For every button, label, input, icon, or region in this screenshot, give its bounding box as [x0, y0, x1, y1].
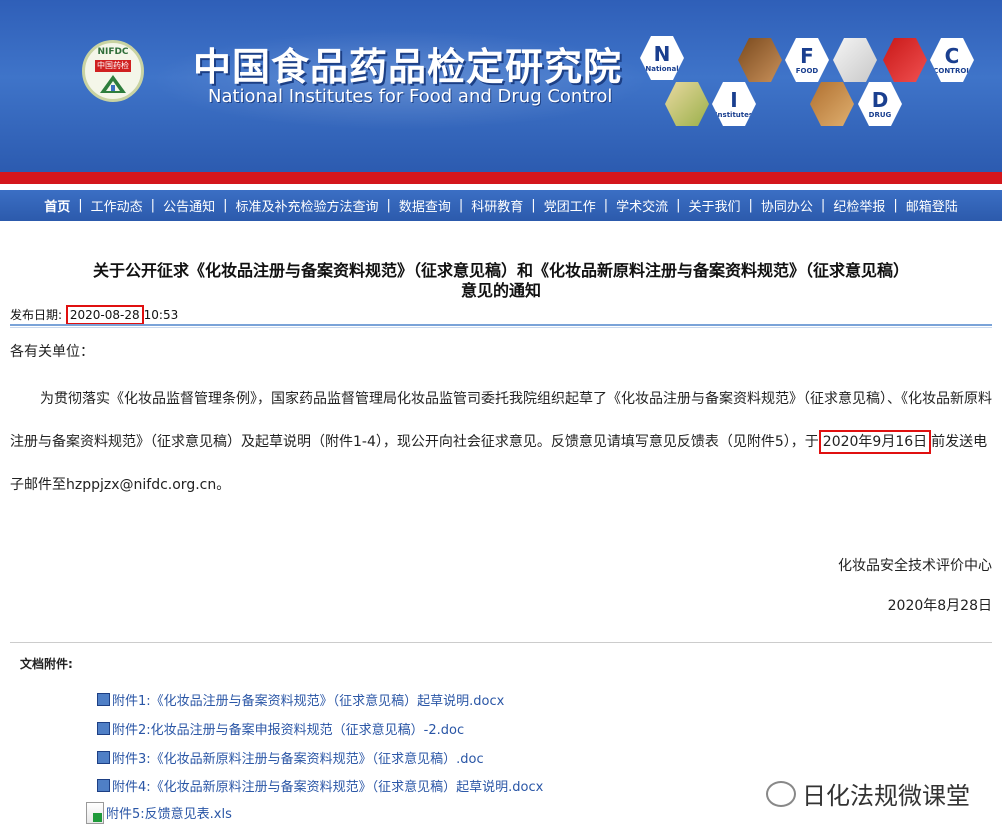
hex-letter-c: C: [944, 44, 960, 68]
hex-letter-i: I: [730, 88, 738, 112]
nav-research-education[interactable]: 科研教育: [463, 196, 531, 215]
nav-mail-login[interactable]: 邮箱登陆: [898, 196, 966, 215]
attachment-label: 附件4:《化妆品新原料注册与备案资料规范》（征求意见稿）起草说明.docx: [112, 780, 544, 795]
banner-red-stripe: [0, 172, 1002, 184]
logo-text: NIFDC: [97, 47, 129, 57]
hex-word-control: CONTROL: [933, 67, 971, 75]
title-divider-light: [10, 327, 992, 328]
hex-letter-f: F: [800, 44, 814, 68]
article-title: 关于公开征求《化妆品注册与备案资料规范》（征求意见稿）和《化妆品新原料注册与备案…: [0, 261, 1002, 301]
attachment-link-3[interactable]: 附件3:《化妆品新原料注册与备案资料规范》（征求意见稿）.doc: [97, 748, 484, 767]
attachments-heading: 文档附件:: [20, 657, 73, 671]
nav-data-query[interactable]: 数据查询: [391, 196, 459, 215]
doc-icon: [97, 693, 110, 706]
nifdc-logo[interactable]: NIFDC 中国药检: [82, 40, 144, 102]
attachments-divider: [10, 642, 992, 643]
xls-file-icon: [86, 802, 104, 824]
attachment-label: 附件2:化妆品注册与备案申报资料规范（征求意见稿）-2.doc: [112, 723, 465, 738]
article-title-line1: 关于公开征求《化妆品注册与备案资料规范》（征求意见稿）和《化妆品新原料注册与备案…: [92, 261, 909, 280]
attachment-label: 附件1:《化妆品注册与备案资料规范》（征求意见稿）起草说明.docx: [112, 694, 505, 709]
attachment-link-4[interactable]: 附件4:《化妆品新原料注册与备案资料规范》（征求意见稿）起草说明.docx: [97, 776, 543, 795]
site-banner: NIFDC 中国药检 中国食品药品检定研究院 National Institut…: [0, 0, 1002, 172]
nav-home[interactable]: 首页: [36, 196, 78, 215]
hex-photo-1: [738, 38, 782, 82]
hex-control: C CONTROL: [930, 38, 974, 82]
attachment-link-2[interactable]: 附件2:化妆品注册与备案申报资料规范（征求意见稿）-2.doc: [97, 719, 464, 738]
signature-date: 2020年8月28日: [887, 598, 992, 614]
nav-standards-query[interactable]: 标准及补充检验方法查询: [227, 196, 386, 215]
hex-letter-n: N: [653, 42, 671, 66]
nav-office[interactable]: 协同办公: [753, 196, 821, 215]
signature: 化妆品安全技术评价中心: [838, 558, 992, 574]
attachment-link-5[interactable]: 附件5:反馈意见表.xls: [86, 802, 232, 824]
nav-announcements[interactable]: 公告通知: [155, 196, 223, 215]
doc-icon: [97, 722, 110, 735]
hex-word-institutes: Institutes: [714, 111, 754, 119]
publish-time: 10:53: [143, 308, 179, 322]
hex-word-food: FOOD: [795, 67, 819, 75]
title-divider: [10, 324, 992, 326]
hex-photo-4: [665, 82, 709, 126]
doc-icon: [97, 779, 110, 792]
wechat-icon: [766, 781, 796, 807]
attachment-label: 附件5:反馈意见表.xls: [106, 807, 232, 822]
main-nav: 首页 | 工作动态 | 公告通知 | 标准及补充检验方法查询 | 数据查询 | 科研教育 |…: [0, 190, 1002, 221]
wechat-watermark: 日化法规微课堂: [766, 776, 970, 811]
publish-date-row: 发布日期: 2020-08-28 10:53: [10, 305, 179, 325]
logo-emblem-icon: [100, 75, 126, 93]
hex-photo-2: [833, 38, 877, 82]
greeting: 各有关单位：: [10, 344, 94, 360]
nav-academic-exchange[interactable]: 学术交流: [608, 196, 676, 215]
hex-word-drug: DRUG: [868, 111, 892, 119]
logo-badge: 中国药检: [95, 60, 131, 72]
body-paragraph: 为贯彻落实《化妆品监督管理条例》，国家药品监督管理局化妆品监管司委托我院组织起草…: [10, 378, 995, 507]
hex-letter-d: D: [871, 88, 889, 112]
hex-photo-5: [810, 82, 854, 126]
site-title-cn: 中国食品药品检定研究院: [193, 45, 623, 89]
deadline-date: 2020年9月16日: [818, 430, 932, 454]
attachment-link-1[interactable]: 附件1:《化妆品注册与备案资料规范》（征求意见稿）起草说明.docx: [97, 690, 504, 709]
nav-party-work[interactable]: 党团工作: [536, 196, 604, 215]
hex-institutes: I Institutes: [712, 82, 756, 126]
nav-about-us[interactable]: 关于我们: [681, 196, 749, 215]
nav-work-news[interactable]: 工作动态: [83, 196, 151, 215]
watermark-text: 日化法规微课堂: [802, 782, 970, 810]
hex-food: F FOOD: [785, 38, 829, 82]
publish-date: 2020-08-28: [65, 305, 144, 325]
article-title-line2: 意见的通知: [460, 281, 541, 300]
doc-icon: [97, 751, 110, 764]
attachment-label: 附件3:《化妆品新原料注册与备案资料规范》（征求意见稿）.doc: [112, 752, 484, 767]
nav-report[interactable]: 纪检举报: [825, 196, 893, 215]
site-title-en: National Institutes for Food and Drug Co…: [208, 86, 613, 107]
publish-date-label: 发布日期:: [10, 308, 63, 322]
hex-photo-3: [883, 38, 927, 82]
hex-drug: D DRUG: [858, 82, 902, 126]
